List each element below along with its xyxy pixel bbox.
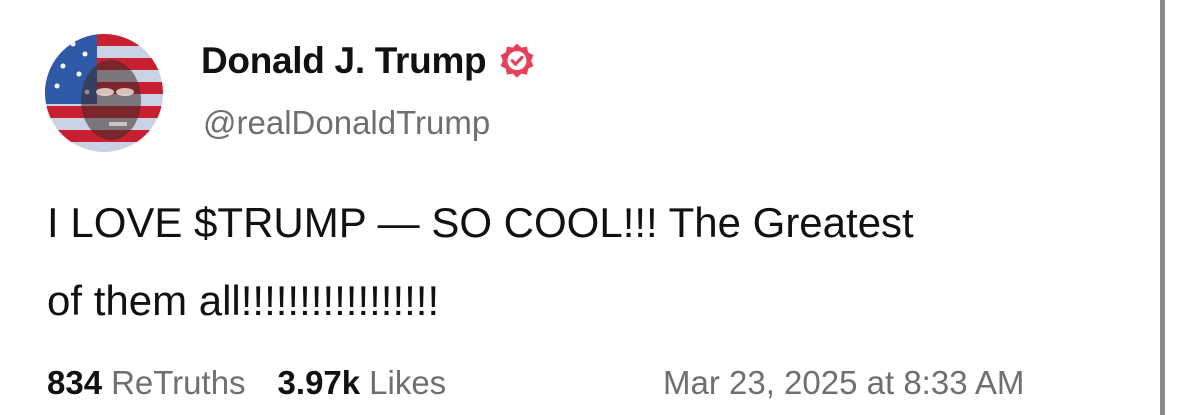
right-border-line bbox=[1160, 0, 1165, 415]
author-avatar[interactable] bbox=[45, 34, 163, 152]
author-handle[interactable]: @realDonaldTrump bbox=[203, 104, 490, 142]
post-body-line: of them all!!!!!!!!!!!!!!!!! bbox=[47, 277, 440, 324]
post-body: I LOVE $TRUMP — SO COOL!!! The Greatest … bbox=[47, 184, 1147, 340]
verified-badge-icon bbox=[498, 42, 536, 80]
retruths-count[interactable]: 834 bbox=[47, 364, 102, 402]
author-name-row: Donald J. Trump bbox=[201, 40, 536, 82]
post-timestamp: Mar 23, 2025 at 8:33 AM bbox=[663, 364, 1025, 401]
retruths-label[interactable]: ReTruths bbox=[111, 364, 245, 402]
likes-count[interactable]: 3.97k bbox=[278, 364, 361, 402]
post-body-line: I LOVE $TRUMP — SO COOL!!! The Greatest bbox=[47, 199, 914, 246]
likes-label[interactable]: Likes bbox=[369, 364, 446, 402]
author-display-name[interactable]: Donald J. Trump bbox=[201, 40, 487, 82]
profile-avatar-icon bbox=[45, 34, 163, 152]
post-stats: 834 ReTruths 3.97k Likes bbox=[47, 364, 446, 402]
